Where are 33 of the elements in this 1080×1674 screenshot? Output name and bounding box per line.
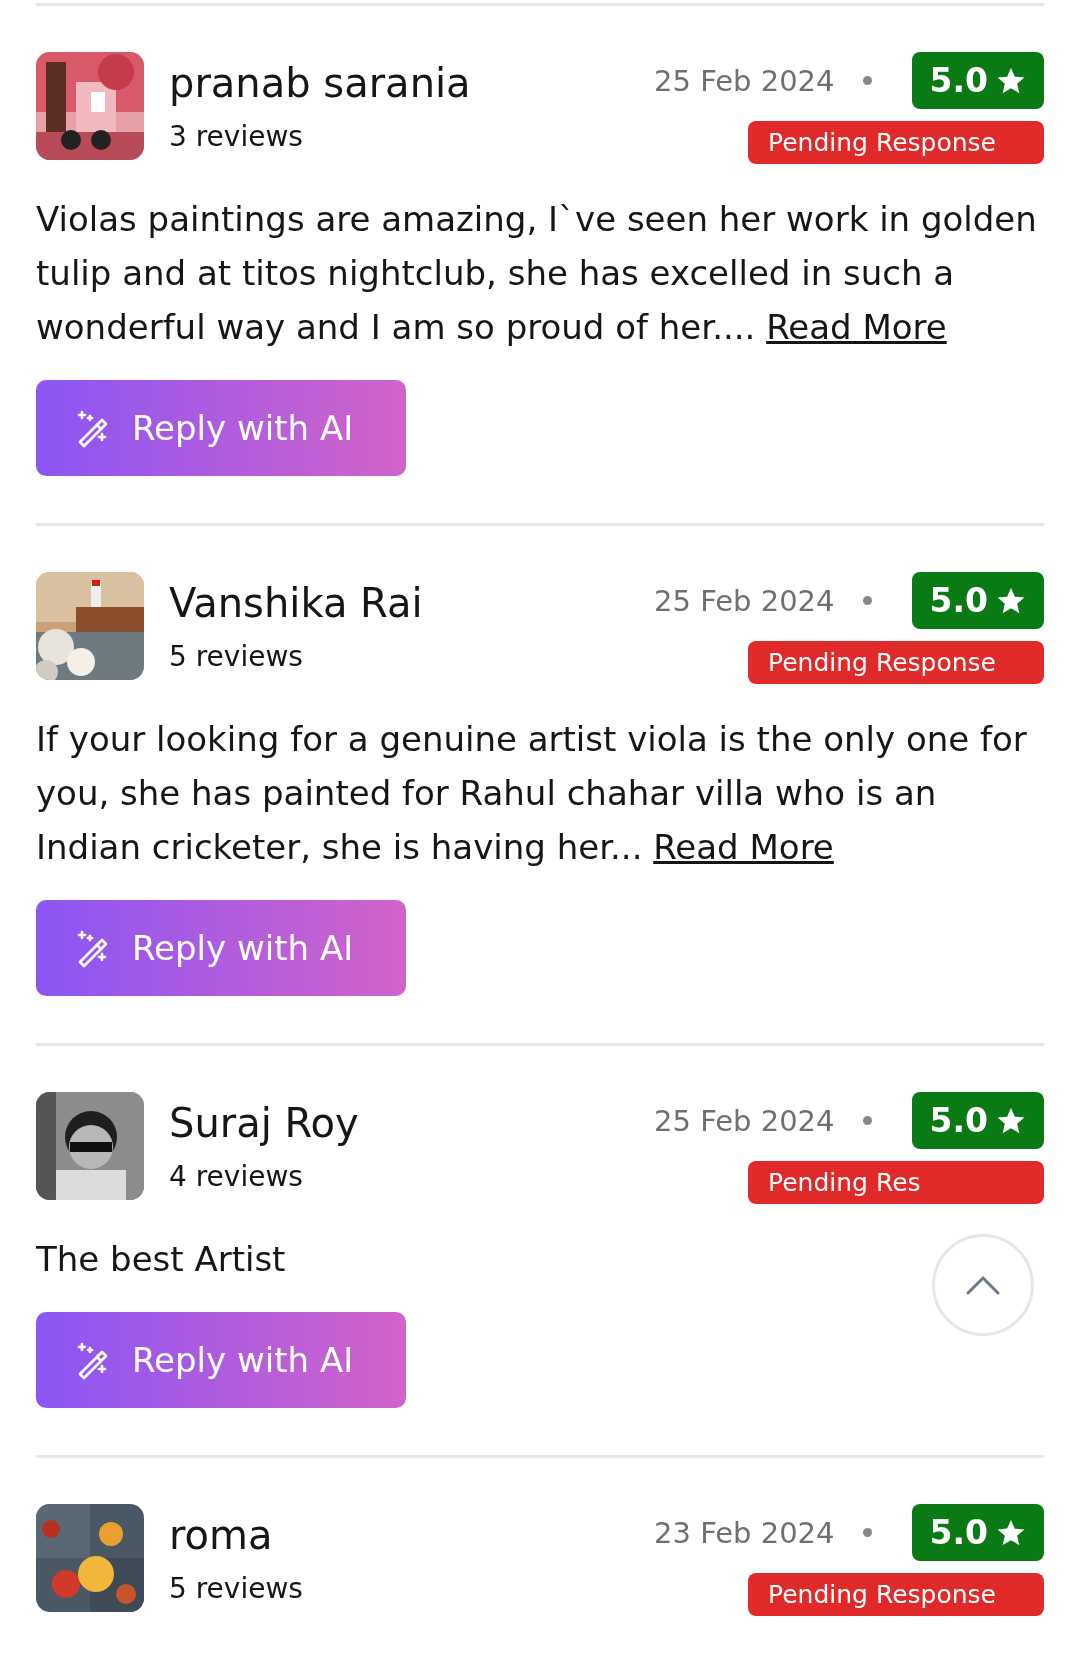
read-more-link[interactable]: Read More — [766, 307, 947, 347]
review-text: The best Artist — [36, 1238, 286, 1281]
separator-dot-icon — [862, 596, 872, 605]
review-count: 4 reviews — [169, 1159, 304, 1195]
status-badge: Pending Response — [748, 1573, 1044, 1616]
review-text: Violas paintings are amazing, I`ve seen her work in golden tulip and at titos nightclub, she has excelled in such a wonderful way and I am so proud of her.... Read More — [36, 198, 1038, 349]
rating-badge: 5.0 — [911, 52, 1044, 109]
reply-with-ai-button[interactable]: Reply with AI — [36, 900, 406, 996]
review-date: 25 Feb 2024 — [654, 1103, 835, 1138]
review-count: 5 reviews — [169, 1571, 304, 1607]
chevron-up-icon — [966, 1275, 1000, 1295]
separator-dot-icon — [862, 76, 872, 85]
read-more-link[interactable]: Read More — [653, 827, 834, 867]
separator-dot-icon — [862, 1528, 872, 1537]
rating-badge: 5.0 — [911, 572, 1044, 629]
review-date: 23 Feb 2024 — [654, 1515, 835, 1550]
status-badge: Pending Res — [748, 1161, 1044, 1204]
reply-with-ai-button[interactable]: Reply with AI — [36, 380, 406, 476]
separator-dot-icon — [862, 1116, 872, 1125]
reviewer-name: pranab sarania — [169, 59, 472, 108]
review-date: 25 Feb 2024 — [654, 583, 835, 618]
reviewer-name: roma — [169, 1511, 274, 1560]
status-badge: Pending Response — [748, 641, 1044, 684]
reviewer-name: Vanshika Rai — [169, 579, 424, 628]
rating-badge: 5.0 — [911, 1504, 1044, 1561]
status-badge: Pending Response — [748, 121, 1044, 164]
reply-with-ai-button[interactable]: Reply with AI — [36, 1312, 406, 1408]
reviewer-name: Suraj Roy — [169, 1099, 360, 1148]
review-count: 5 reviews — [169, 639, 304, 675]
rating-badge: 5.0 — [911, 1092, 1044, 1149]
review-text: If your looking for a genuine artist viola is the only one for you, she has painted for Rahul chahar villa who is an Indian cricketer, she is having her... Read More — [36, 718, 1028, 869]
review-date: 25 Feb 2024 — [654, 63, 835, 98]
review-count: 3 reviews — [169, 119, 304, 155]
